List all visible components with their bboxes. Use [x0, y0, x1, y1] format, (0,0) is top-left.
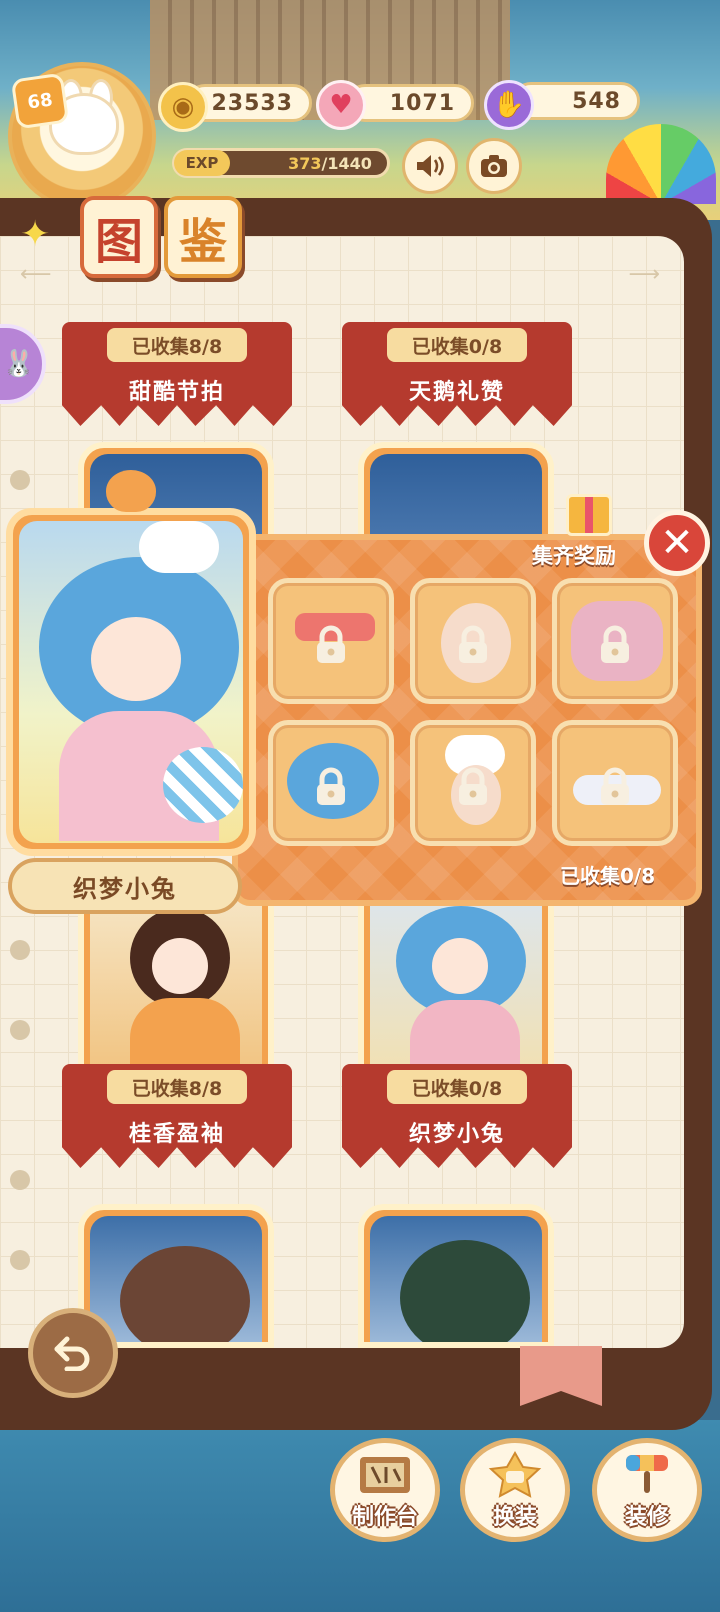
item-slot-headwear[interactable]	[410, 720, 536, 846]
wardrobe-label: 换装	[492, 1505, 537, 1530]
lock-icon	[601, 767, 629, 805]
wardrobe-icon	[488, 1450, 542, 1498]
bunny-icon: 🐰	[2, 349, 36, 379]
title-char: 图	[80, 196, 158, 278]
collection-name: 甜酷节拍	[128, 380, 225, 405]
binder-ring	[10, 470, 30, 490]
collection-card[interactable]	[358, 876, 554, 1086]
collection-stall[interactable]: 已收集8/8 甜酷节拍	[62, 322, 292, 426]
collection-card[interactable]	[358, 1204, 554, 1348]
gift-box-icon[interactable]	[566, 494, 612, 536]
item-slot-hair[interactable]	[268, 720, 394, 846]
binder-ring	[10, 1020, 30, 1040]
lock-icon	[459, 625, 487, 663]
bunny-hat	[139, 521, 219, 573]
binder-ring	[10, 1170, 30, 1190]
page-title: 图 鉴	[80, 196, 242, 278]
collection-stall[interactable]: 已收集0/8 织梦小兔	[342, 1064, 572, 1168]
speaker-icon	[417, 155, 444, 177]
character-face	[432, 938, 488, 994]
collection-progress-badge: 已收集0/8	[387, 1070, 527, 1104]
collection-progress-badge: 已收集0/8	[387, 328, 527, 362]
close-button[interactable]: ✕	[644, 510, 710, 576]
card-artwork	[370, 888, 542, 1080]
workbench-button[interactable]: 制作台	[330, 1438, 440, 1542]
exp-current: 373	[288, 153, 322, 173]
binder-ring	[10, 1250, 30, 1270]
workbench-icon	[360, 1457, 410, 1493]
book-bottom-edge	[110, 1348, 710, 1388]
card-artwork	[90, 1216, 262, 1342]
camera-icon	[481, 155, 507, 177]
exp-label: EXP	[174, 150, 230, 176]
character-hair	[120, 1246, 250, 1342]
lock-icon	[601, 625, 629, 663]
item-grid	[268, 578, 678, 846]
character-face	[91, 617, 181, 701]
item-slot-dress[interactable]	[552, 578, 678, 704]
character-face	[152, 938, 208, 994]
right-arrow-icon: ⟶	[628, 262, 660, 287]
set-name-label: 织梦小兔	[8, 858, 242, 914]
exp-progress-text: 373/1440	[270, 150, 390, 176]
reward-label: 集齐奖励	[532, 544, 616, 568]
striped-pillow	[163, 747, 243, 823]
decorate-icon	[626, 1455, 668, 1493]
collection-progress-badge: 已收集8/8	[107, 1070, 247, 1104]
sparkle-icon: ✦	[20, 214, 51, 255]
lock-icon	[459, 767, 487, 805]
coin-icon: ◉	[158, 82, 208, 132]
character-hair	[400, 1240, 530, 1342]
card-artwork	[90, 888, 262, 1080]
set-portrait	[6, 508, 256, 856]
collection-name: 天鹅礼赞	[408, 380, 505, 405]
portrait-artwork	[19, 521, 243, 843]
heart-icon: ♥	[316, 80, 366, 130]
sound-button[interactable]	[402, 138, 458, 194]
collection-stall[interactable]: 已收集0/8 天鹅礼赞	[342, 322, 572, 426]
lock-icon	[317, 625, 345, 663]
item-slot-shoes[interactable]	[552, 720, 678, 846]
player-level-badge: 68	[10, 72, 70, 130]
bunny-ear-tab	[106, 470, 156, 512]
back-button[interactable]	[28, 1308, 118, 1398]
item-slot-face[interactable]	[410, 578, 536, 704]
back-arrow-icon	[54, 1336, 90, 1371]
camera-button[interactable]	[466, 138, 522, 194]
collection-progress-badge: 已收集8/8	[107, 328, 247, 362]
collection-name: 桂香盈袖	[128, 1122, 225, 1147]
decorate-label: 装修	[624, 1505, 669, 1530]
exp-total: /1440	[321, 153, 372, 173]
lock-icon	[317, 767, 345, 805]
item-slot-accessory[interactable]	[268, 578, 394, 704]
wardrobe-button[interactable]: 换装	[460, 1438, 570, 1542]
binder-ring	[10, 940, 30, 960]
collection-stall[interactable]: 已收集8/8 桂香盈袖	[62, 1064, 292, 1168]
glove-icon: ✋	[484, 80, 534, 130]
title-char: 鉴	[164, 196, 242, 278]
left-arrow-icon: ⟵	[20, 262, 52, 287]
workbench-label: 制作台	[351, 1505, 418, 1530]
decorate-button[interactable]: 装修	[592, 1438, 702, 1542]
card-artwork	[370, 1216, 542, 1342]
collection-name: 织梦小兔	[408, 1122, 505, 1147]
collected-count: 已收集0/8	[560, 864, 656, 888]
